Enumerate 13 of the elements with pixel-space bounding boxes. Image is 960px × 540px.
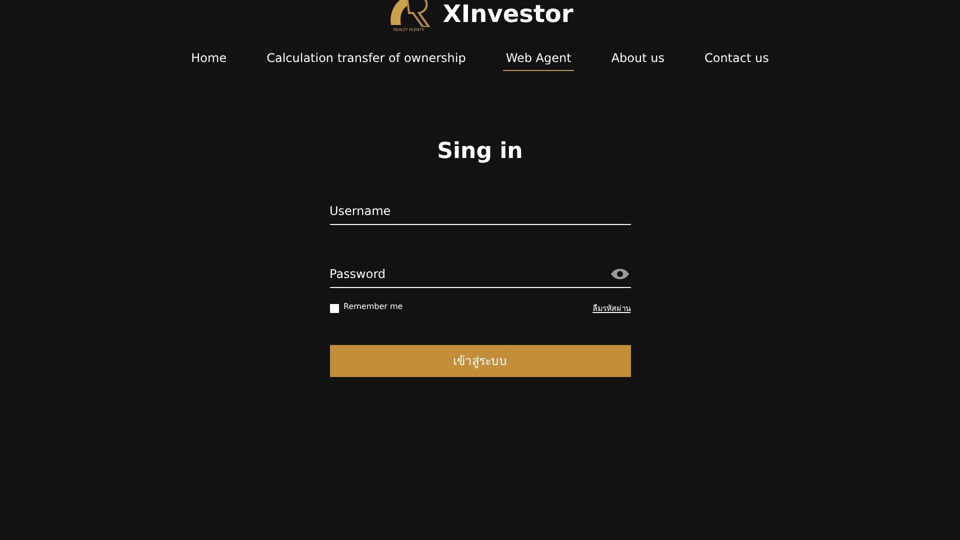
nav-link[interactable]: Home: [188, 49, 230, 71]
nav-link[interactable]: Calculation transfer of ownership: [264, 49, 469, 71]
password-field[interactable]: Password: [330, 261, 610, 287]
nav-link[interactable]: Web Agent: [502, 49, 574, 71]
form-title: Sing in: [437, 138, 523, 166]
nav-link[interactable]: About us: [608, 49, 668, 71]
username-field[interactable]: Username: [330, 198, 630, 225]
brand-name: XInvestor: [442, 0, 574, 30]
eye-icon[interactable]: [610, 268, 628, 280]
nav-link[interactable]: Contact us: [701, 49, 772, 71]
forgot-password-link[interactable]: ลืมรหัสผ่าน: [592, 303, 630, 315]
remember-checkbox[interactable]: [330, 304, 338, 313]
remember-label: Remember me: [344, 301, 403, 313]
